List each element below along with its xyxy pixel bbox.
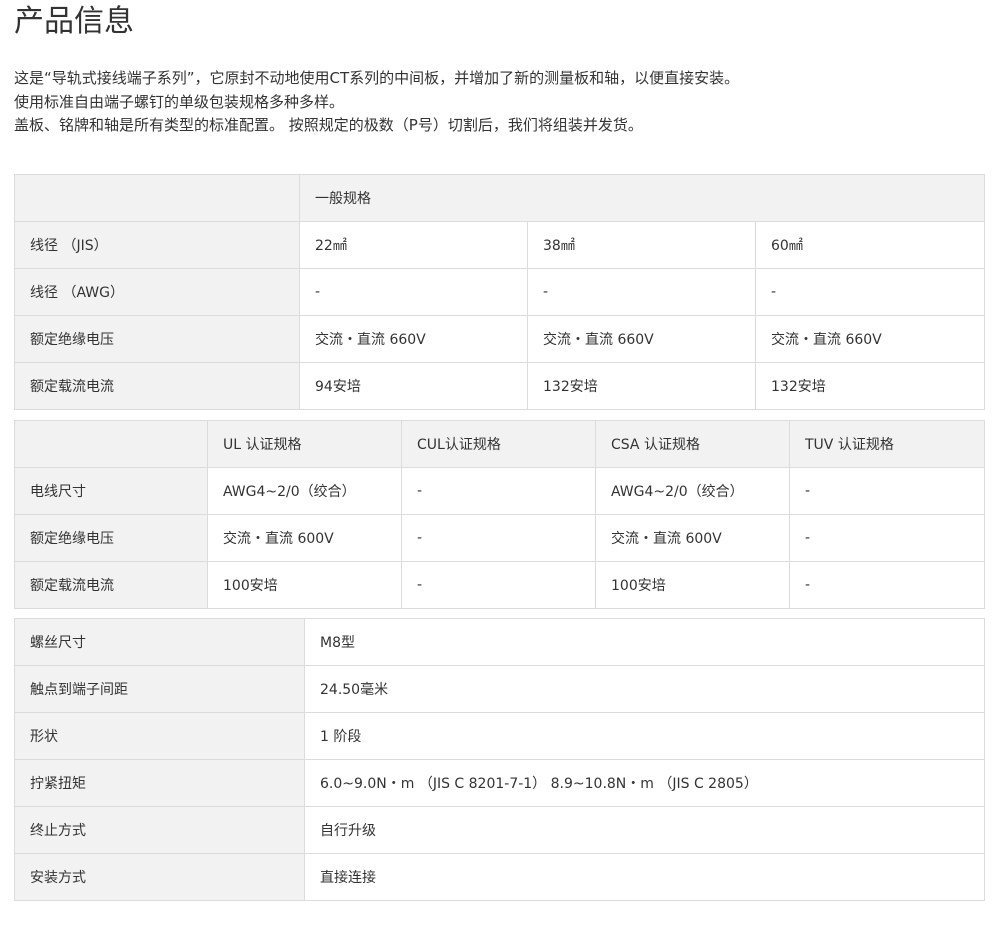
general-spec-table: 一般规格 线径 （JIS） 22㎟ 38㎟ 60㎟ 线径 （AWG） - - -… (14, 174, 985, 410)
table-cell: - (401, 514, 596, 562)
table-row: 额定绝缘电压 交流・直流 600V - 交流・直流 600V - (14, 514, 985, 562)
misc-spec-table: 螺丝尺寸 M8型 触点到端子间距 24.50毫米 形状 1 阶段 拧紧扭矩 6.… (14, 618, 985, 901)
table-cell: 24.50毫米 (304, 665, 985, 713)
table-cell: 132安培 (527, 362, 756, 410)
table-cell: - (401, 561, 596, 609)
table-cell: 1 阶段 (304, 712, 985, 760)
header-empty-cell (14, 420, 208, 468)
table-cell: - (527, 268, 756, 316)
column-header: TUV 认证规格 (789, 420, 985, 468)
table-cell: 100安培 (595, 561, 790, 609)
table-cell: 交流・直流 660V (527, 315, 756, 363)
table-row: 额定载流电流 100安培 - 100安培 - (14, 561, 985, 609)
table-cell: 100安培 (207, 561, 402, 609)
general-spec-header: 一般规格 (299, 174, 985, 222)
table-row: 电线尺寸 AWG4~2/0（绞合） - AWG4~2/0（绞合） - (14, 467, 985, 515)
column-header: CUL认证规格 (401, 420, 596, 468)
table-row: 螺丝尺寸 M8型 (14, 618, 985, 666)
table-row: 线径 （AWG） - - - (14, 268, 985, 316)
intro-line: 这是“导轨式接线端子系列”，它原封不动地使用CT系列的中间板，并增加了新的测量板… (14, 69, 740, 87)
table-cell: M8型 (304, 618, 985, 666)
row-label: 拧紧扭矩 (14, 759, 305, 807)
table-cell: - (401, 467, 596, 515)
row-label: 线径 （AWG） (14, 268, 300, 316)
table-cell: - (789, 561, 985, 609)
intro-line: 使用标准自由端子螺钉的单级包装规格多种多样。 (14, 92, 345, 111)
certification-table: UL 认证规格 CUL认证规格 CSA 认证规格 TUV 认证规格 电线尺寸 A… (14, 420, 985, 609)
table-row: 额定载流电流 94安培 132安培 132安培 (14, 362, 985, 410)
row-label: 形状 (14, 712, 305, 760)
table-header-row: UL 认证规格 CUL认证规格 CSA 认证规格 TUV 认证规格 (14, 420, 985, 468)
column-header: UL 认证规格 (207, 420, 402, 468)
row-label: 线径 （JIS） (14, 221, 300, 269)
row-label: 额定绝缘电压 (14, 315, 300, 363)
row-label: 额定载流电流 (14, 362, 300, 410)
intro-text: 这是“导轨式接线端子系列”，它原封不动地使用CT系列的中间板，并增加了新的测量板… (14, 67, 984, 138)
table-cell: 自行升级 (304, 806, 985, 854)
table-row: 形状 1 阶段 (14, 712, 985, 760)
table-row: 线径 （JIS） 22㎟ 38㎟ 60㎟ (14, 221, 985, 269)
table-cell: 交流・直流 600V (595, 514, 790, 562)
table-cell: - (755, 268, 985, 316)
table-cell: - (299, 268, 528, 316)
table-cell: 60㎟ (755, 221, 985, 269)
table-cell: - (789, 514, 985, 562)
page-title: 产品信息 (14, 4, 134, 39)
table-row: 拧紧扭矩 6.0~9.0N・m （JIS C 8201-7-1） 8.9~10.… (14, 759, 985, 807)
table-cell: 交流・直流 660V (755, 315, 985, 363)
table-cell: 6.0~9.0N・m （JIS C 8201-7-1） 8.9~10.8N・m … (304, 759, 985, 807)
table-cell: 22㎟ (299, 221, 528, 269)
table-cell: 38㎟ (527, 221, 756, 269)
table-cell: AWG4~2/0（绞合） (595, 467, 790, 515)
row-label: 螺丝尺寸 (14, 618, 305, 666)
row-label: 触点到端子间距 (14, 665, 305, 713)
table-cell: 直接连接 (304, 853, 985, 901)
table-row: 触点到端子间距 24.50毫米 (14, 665, 985, 713)
row-label: 电线尺寸 (14, 467, 208, 515)
table-header-row: 一般规格 (14, 174, 985, 222)
table-cell: 94安培 (299, 362, 528, 410)
row-label: 额定载流电流 (14, 561, 208, 609)
table-row: 额定绝缘电压 交流・直流 660V 交流・直流 660V 交流・直流 660V (14, 315, 985, 363)
row-label: 终止方式 (14, 806, 305, 854)
row-label: 额定绝缘电压 (14, 514, 208, 562)
header-empty-cell (14, 174, 300, 222)
table-cell: - (789, 467, 985, 515)
row-label: 安装方式 (14, 853, 305, 901)
column-header: CSA 认证规格 (595, 420, 790, 468)
table-row: 安装方式 直接连接 (14, 853, 985, 901)
table-cell: 交流・直流 660V (299, 315, 528, 363)
table-cell: AWG4~2/0（绞合） (207, 467, 402, 515)
table-cell: 132安培 (755, 362, 985, 410)
table-cell: 交流・直流 600V (207, 514, 402, 562)
table-row: 终止方式 自行升级 (14, 806, 985, 854)
intro-line: 盖板、铭牌和轴是所有类型的标准配置。 按照规定的极数（P号）切割后，我们将组装并… (14, 116, 643, 134)
